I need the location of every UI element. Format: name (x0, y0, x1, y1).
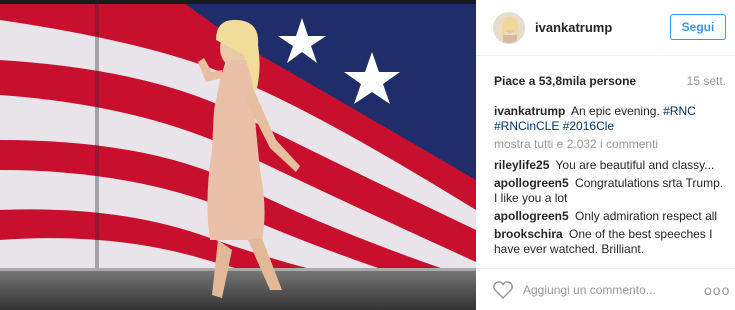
comments-list[interactable]: ivankatrump An epic evening. #RNC #RNCin… (494, 104, 726, 264)
comment-item: rileylife25 You are beautiful and classy… (494, 158, 726, 173)
caption: ivankatrump An epic evening. #RNC #RNCin… (494, 104, 726, 134)
caption-author[interactable]: ivankatrump (494, 104, 565, 118)
hashtag-link[interactable]: #RNC (663, 104, 696, 118)
comment-author[interactable]: apollogreen5 (494, 209, 569, 223)
comment-item: apollogreen5 Congratulations srta Trump.… (494, 176, 726, 206)
caption-text: An epic evening. (571, 104, 660, 118)
comment-text: You are beautiful and classy... (555, 158, 715, 172)
show-all-comments-link[interactable]: mostra tutti e 2.032 i commenti (494, 137, 726, 152)
comment-author[interactable]: rileylife25 (494, 158, 549, 172)
follow-button[interactable]: Segui (670, 14, 726, 40)
hashtag-link[interactable]: #RNCinCLE (494, 119, 559, 133)
post-footer: Aggiungi un commento... ooo (476, 268, 735, 310)
comment-item: apollogreen5 Only admiration respect all (494, 209, 726, 224)
likes-row: Piace a 53,8mila persone 15 sett. (494, 74, 726, 90)
likes-count[interactable]: Piace a 53,8mila persone (494, 74, 636, 88)
post-photo[interactable] (0, 0, 476, 310)
more-options-icon[interactable]: ooo (704, 282, 730, 298)
heart-icon[interactable] (493, 281, 513, 300)
comment-text: Only admiration respect all (575, 209, 718, 223)
post-timestamp[interactable]: 15 sett. (687, 74, 726, 88)
avatar[interactable] (493, 12, 525, 44)
comment-author[interactable]: apollogreen5 (494, 176, 569, 190)
comment-item: brookschira One of the best speeches I h… (494, 227, 726, 257)
add-comment-input[interactable]: Aggiungi un commento... (523, 283, 656, 297)
post-header: ivankatrump Segui (476, 0, 735, 56)
post-username[interactable]: ivankatrump (535, 20, 612, 35)
post-sidebar: ivankatrump Segui Piace a 53,8mila perso… (476, 0, 735, 310)
comment-author[interactable]: brookschira (494, 227, 563, 241)
hashtag-link[interactable]: #2016Cle (563, 119, 614, 133)
